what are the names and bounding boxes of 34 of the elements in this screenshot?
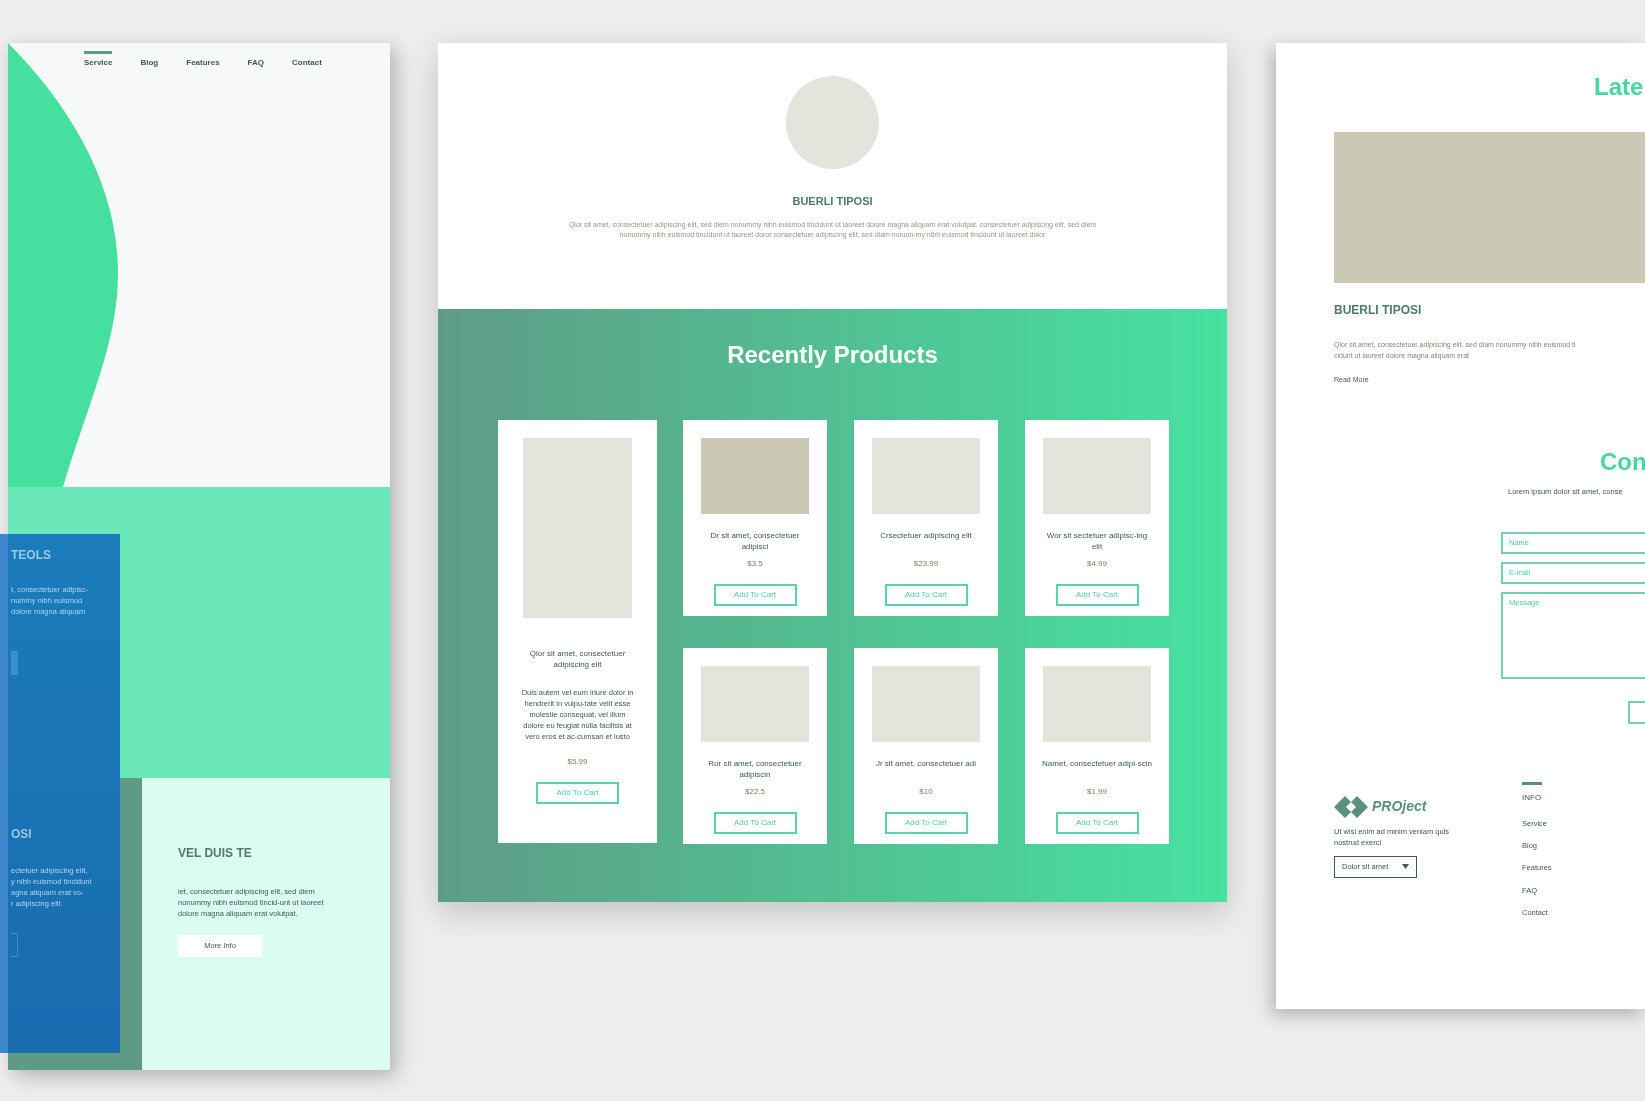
product-price: $23.99 xyxy=(913,558,939,570)
brand-name: PROject xyxy=(1372,797,1427,817)
nav-link[interactable]: FAQ xyxy=(247,51,265,69)
post-title: BUERLI TIPOSI xyxy=(1334,302,1423,319)
product-price: $22.5 xyxy=(745,786,765,798)
product-name: Ror sit amet, consectetuer adipiscin xyxy=(707,758,803,780)
overlay-title: TEOLS xyxy=(11,547,52,564)
product-price: $5.99 xyxy=(567,756,588,768)
column-title: INFO xyxy=(1522,791,1543,804)
section-heading: Late xyxy=(1594,72,1645,102)
product-name: Jr sit amet, consectetuer adi xyxy=(874,758,977,770)
product-name: Dr sit amet, consectetuer adipisci xyxy=(709,530,801,552)
profile-name: BUERLI TIPOSI xyxy=(792,194,873,209)
nav-link[interactable]: Service xyxy=(84,51,113,69)
nav-link[interactable]: Features xyxy=(186,51,220,69)
section-heading: Recently Products xyxy=(727,340,938,370)
product-name: Qlor sit amet, consectetuer adipiscing elit xyxy=(528,648,627,670)
section-heading: Con xyxy=(1600,446,1645,477)
section-title: VEL DUIS TE xyxy=(178,845,252,862)
heading-rule xyxy=(1522,781,1542,785)
nav-link[interactable]: Contact xyxy=(292,51,322,69)
product-name: Crsectetuer adipiscing elit xyxy=(879,530,973,542)
product-price: $4.99 xyxy=(1087,558,1107,570)
overlay-title: OSI xyxy=(11,826,33,843)
product-price: $10 xyxy=(919,786,933,798)
product-price: $1.99 xyxy=(1087,786,1107,798)
diamond-logo-icon xyxy=(1334,795,1368,818)
product-name: Wor sit sectetuer adipisc-ing elit xyxy=(1045,530,1149,552)
button-edge xyxy=(11,651,18,675)
product-price: $3.5 xyxy=(747,558,763,570)
product-name: Namet, consectetuer adipi-scin xyxy=(1042,758,1152,770)
nav-link[interactable]: Blog xyxy=(140,51,159,69)
caret-icon xyxy=(1402,864,1409,870)
button-edge xyxy=(11,933,18,957)
